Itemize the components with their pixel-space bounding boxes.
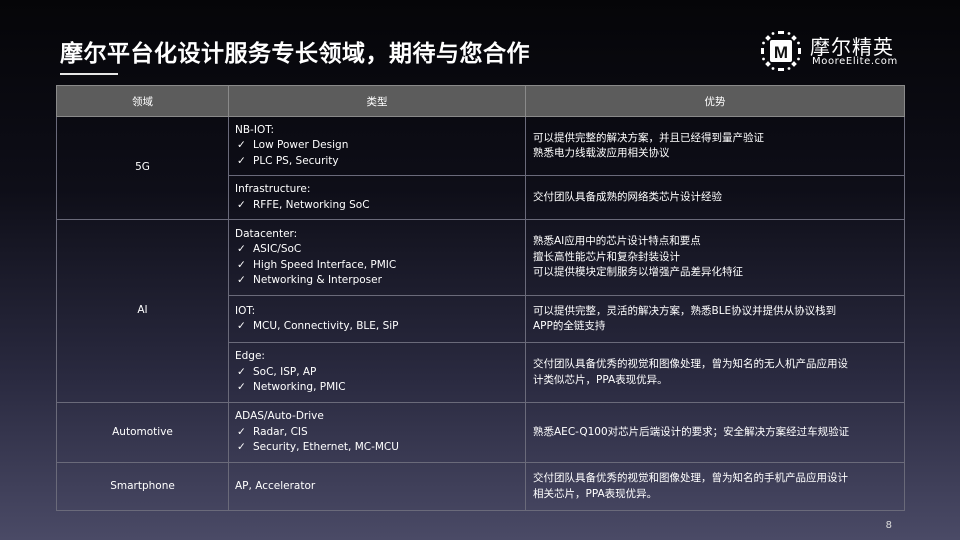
type-cell: NB-IOT: ✓ Low Power Design ✓ PLC PS, Secur… <box>228 116 526 176</box>
advantage-cell: 交付团队具备优秀的视觉和图像处理，曾为知名的无人机产品应用设 计类似芯片，PPA… <box>525 342 905 403</box>
type-cell: AP, Accelerator <box>228 462 526 511</box>
type-item: ✓ Radar, CIS <box>235 425 525 441</box>
header-type: 类型 <box>228 85 526 117</box>
check-icon: ✓ <box>237 381 246 394</box>
advantage-line: 熟悉AEC-Q100对芯片后端设计的要求；安全解决方案经过车规验证 <box>533 425 850 438</box>
type-item: ✓ Networking, PMIC <box>235 380 525 396</box>
type-item: ✓ PLC PS, Security <box>235 154 525 170</box>
type-item: ✓ Low Power Design <box>235 138 525 154</box>
advantage-line: 交付团队具备优秀的视觉和图像处理，曾为知名的无人机产品应用设 <box>533 358 848 370</box>
advantage-cell: 熟悉AI应用中的芯片设计特点和要点 擅长高性能芯片和复杂封装设计 可以提供模块定… <box>525 219 905 296</box>
title-underline <box>60 73 118 75</box>
table-row: Automotive ADAS/Auto-Drive ✓ Radar, CIS ✓… <box>56 402 905 463</box>
check-icon: ✓ <box>237 198 246 211</box>
advantage-cell: 熟悉AEC-Q100对芯片后端设计的要求；安全解决方案经过车规验证 <box>525 402 905 463</box>
check-icon: ✓ <box>237 320 246 332</box>
logo-name-en: MooreElite.com <box>812 56 898 67</box>
type-cell: Infrastructure: ✓ RFFE, Networking SoC <box>228 175 526 220</box>
type-item: ✓ High Speed Interface, PMIC <box>235 258 525 274</box>
domain-cell-5g: 5G <box>56 116 229 220</box>
header-domain: 领域 <box>56 85 229 117</box>
type-cell: IOT: ✓ MCU, Connectivity, BLE, SiP <box>228 295 526 343</box>
table-row: AI Datacenter: ✓ ASIC/SoC ✓ High Speed Int… <box>56 219 905 403</box>
advantage-line: 交付团队具备优秀的视觉和图像处理，曾为知名的手机产品应用设计 <box>533 472 848 484</box>
type-title: Datacenter: <box>235 227 298 240</box>
check-icon: ✓ <box>237 274 246 286</box>
advantage-line: 计类似芯片，PPA表现优异。 <box>533 373 668 386</box>
slide-title: 摩尔平台化设计服务专长领域，期待与您合作 <box>60 41 530 67</box>
advantage-line: 熟悉电力线载波应用相关协议 <box>533 147 670 159</box>
domain-cell-smartphone: Smartphone <box>56 462 229 511</box>
check-icon: ✓ <box>237 365 246 378</box>
logo-mark-icon: M <box>761 31 801 71</box>
type-item: ✓ Security, Ethernet, MC-MCU <box>235 440 525 456</box>
type-title: Infrastructure: <box>235 183 311 195</box>
domain-cell-automotive: Automotive <box>56 402 229 463</box>
check-icon: ✓ <box>237 441 246 454</box>
type-item: ✓ SoC, ISP, AP <box>235 365 525 381</box>
check-icon: ✓ <box>237 425 246 438</box>
table-row: 5G NB-IOT: ✓ Low Power Design ✓ PLC PS, Se… <box>56 116 905 220</box>
advantage-line: 相关芯片，PPA表现优异。 <box>533 487 658 500</box>
header-advantage: 优势 <box>525 85 905 117</box>
advantage-cell: 交付团队具备成熟的网络类芯片设计经验 <box>525 175 905 220</box>
type-title: NB-IOT: <box>235 123 275 136</box>
advantage-cell: 交付团队具备优秀的视觉和图像处理，曾为知名的手机产品应用设计 相关芯片，PPA表… <box>525 462 905 511</box>
advantage-cell: 可以提供完整，灵活的解决方案，熟悉BLE协议并提供从协议栈到 APP的全链支持 <box>525 295 905 343</box>
type-title: IOT: <box>235 304 256 317</box>
advantage-line: 交付团队具备成熟的网络类芯片设计经验 <box>533 190 722 203</box>
type-title: Edge: <box>235 350 265 363</box>
check-icon: ✓ <box>237 243 246 255</box>
table-header-row: 领域 类型 优势 <box>56 85 905 117</box>
type-item: ✓ ASIC/SoC <box>235 242 525 258</box>
logo-mark-letter: M <box>774 43 788 62</box>
type-title: ADAS/Auto-Drive <box>235 410 324 423</box>
table-row: Smartphone AP, Accelerator 交付团队具备优秀的视觉和图… <box>56 462 905 511</box>
type-item: ✓ RFFE, Networking SoC <box>235 198 525 214</box>
check-icon: ✓ <box>237 139 246 152</box>
type-item: ✓ Networking & Interposer <box>235 273 525 289</box>
company-logo: M 摩尔精英 MooreElite.com <box>760 30 910 72</box>
advantage-line: 熟悉AI应用中的芯片设计特点和要点 <box>533 235 701 248</box>
services-table: 领域 类型 优势 5G NB-IOT: ✓ Low Power Design ✓ P… <box>56 85 905 511</box>
type-item: ✓ MCU, Connectivity, BLE, SiP <box>235 319 525 335</box>
check-icon: ✓ <box>237 154 246 167</box>
advantage-line: APP的全链支持 <box>533 320 606 332</box>
type-cell: ADAS/Auto-Drive ✓ Radar, CIS ✓ Security, E… <box>228 402 526 463</box>
advantage-line: 可以提供模块定制服务以增强产品差异化特征 <box>533 266 743 279</box>
type-cell: Datacenter: ✓ ASIC/SoC ✓ High Speed Interf… <box>228 219 526 296</box>
advantage-cell: 可以提供完整的解决方案，并且已经得到量产验证 熟悉电力线载波应用相关协议 <box>525 116 905 176</box>
advantage-line: 可以提供完整的解决方案，并且已经得到量产验证 <box>533 131 764 144</box>
type-title: AP, Accelerator <box>235 479 316 492</box>
advantage-line: 擅长高性能芯片和复杂封装设计 <box>533 250 680 263</box>
type-cell: Edge: ✓ SoC, ISP, AP ✓ Networking, PMIC <box>228 342 526 403</box>
advantage-line: 可以提供完整，灵活的解决方案，熟悉BLE协议并提供从协议栈到 <box>533 304 837 317</box>
check-icon: ✓ <box>237 258 246 271</box>
page-number: 8 <box>885 520 892 531</box>
domain-cell-ai: AI <box>56 219 229 403</box>
